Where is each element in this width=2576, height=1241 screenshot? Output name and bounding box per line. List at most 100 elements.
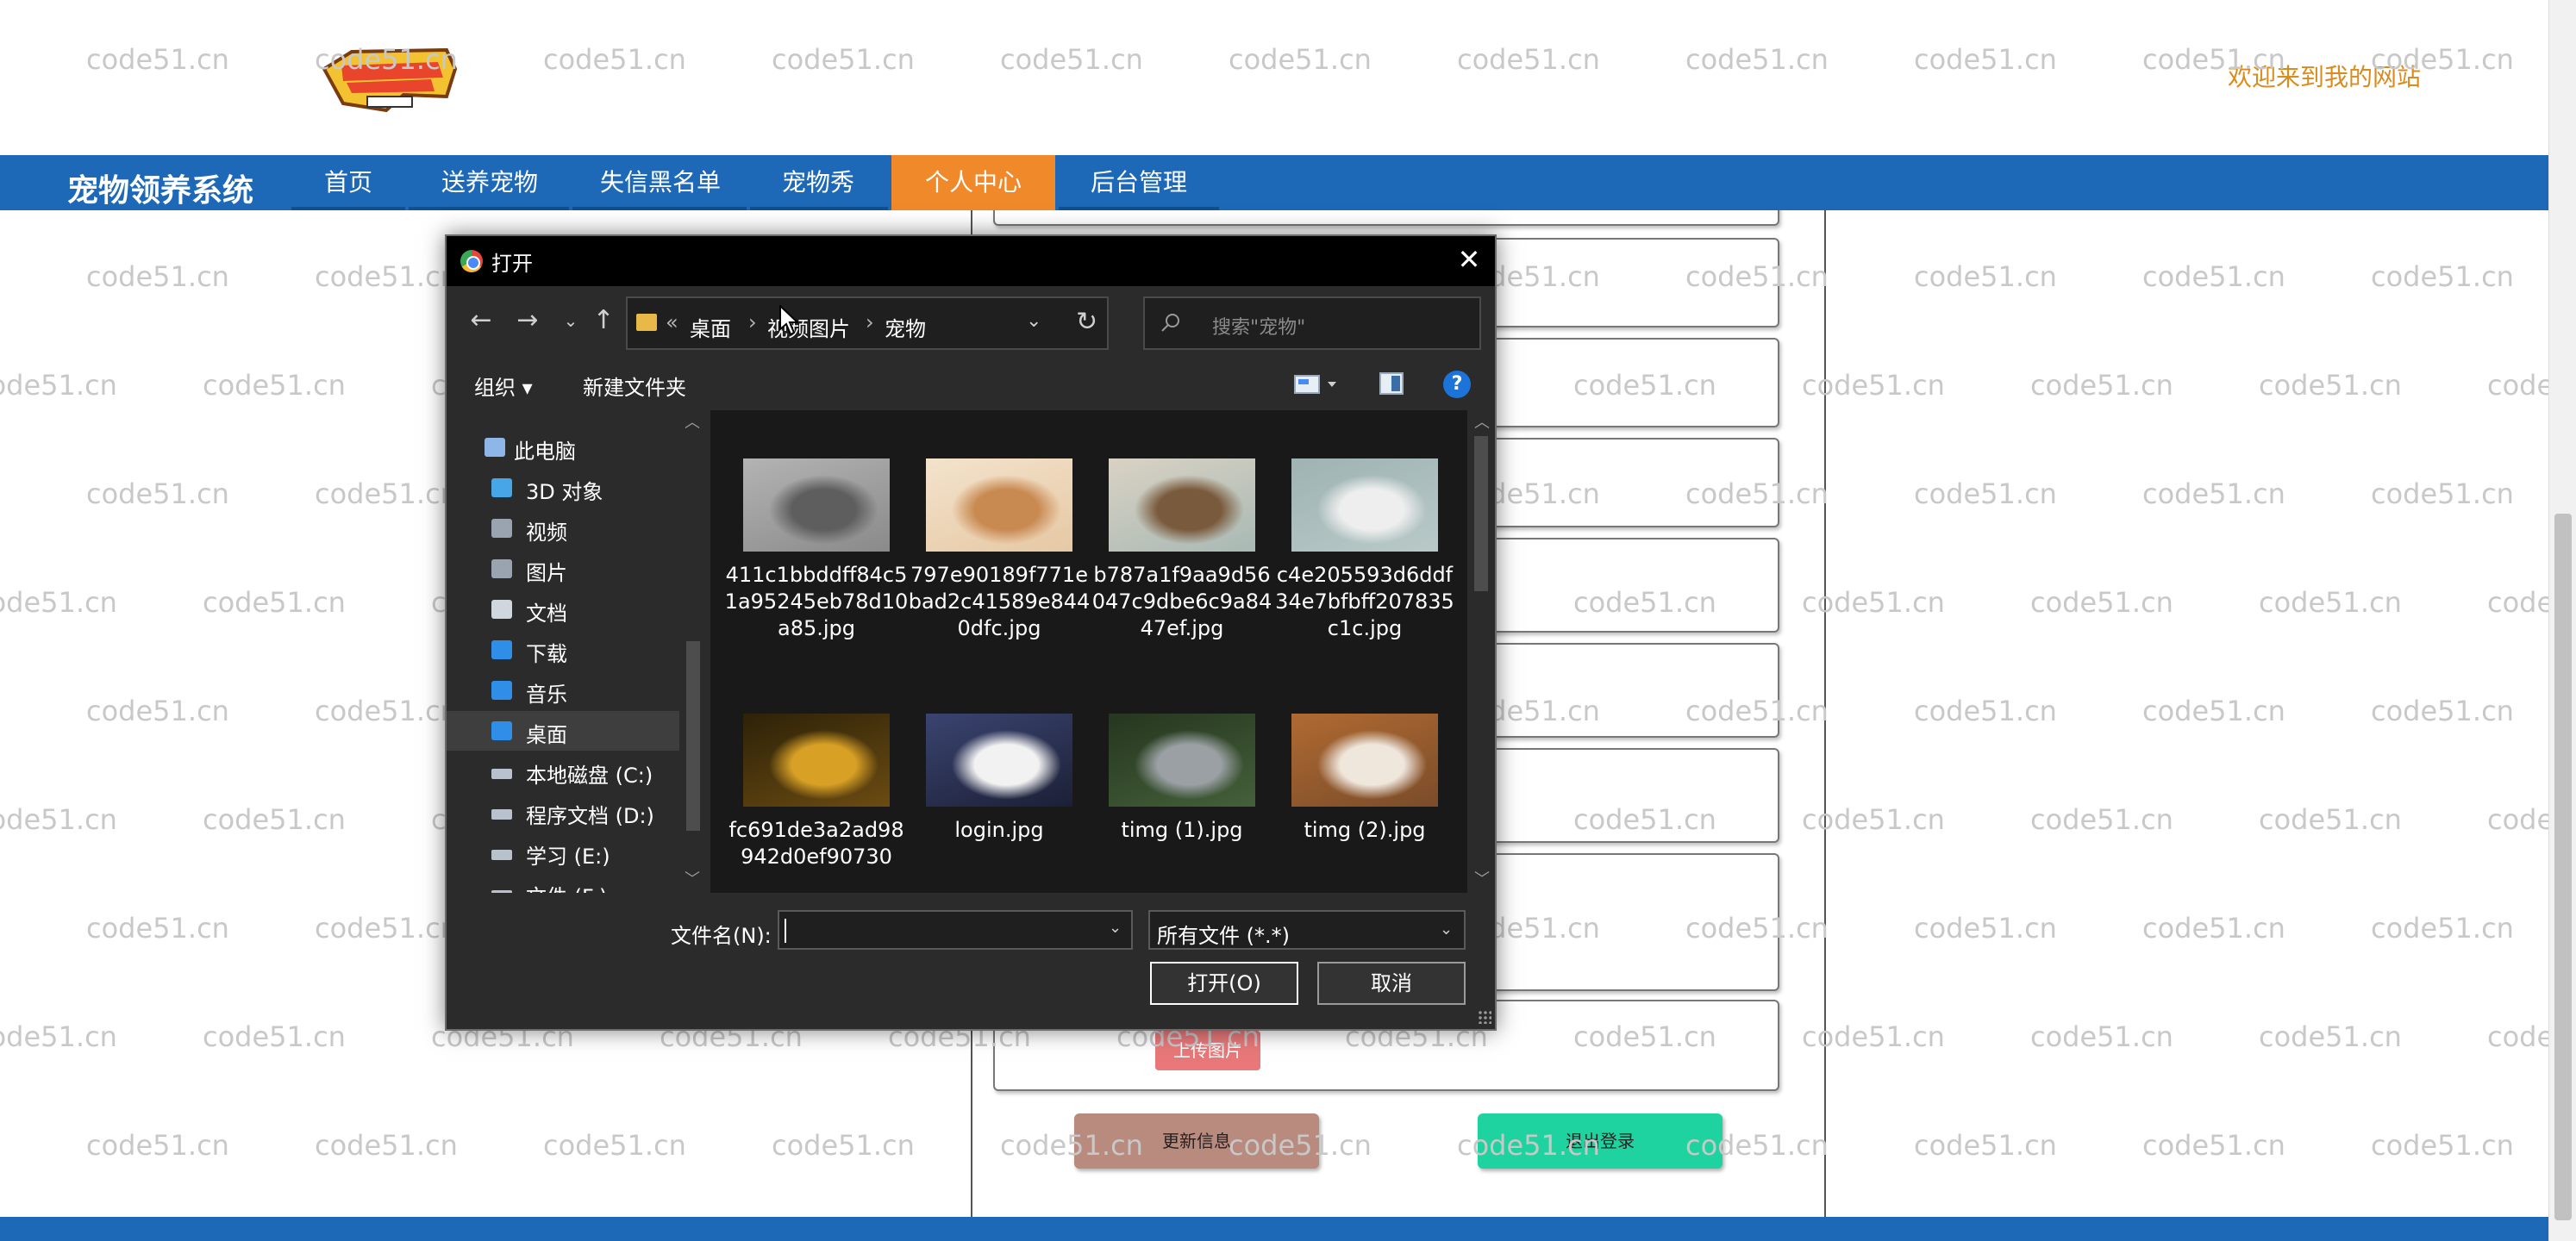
open-button[interactable]: 打开(O): [1150, 962, 1298, 1005]
watermark-text: code51.cn: [203, 803, 346, 836]
scroll-down-icon[interactable]: ﹀: [1474, 867, 1490, 889]
logout-button[interactable]: 退出登录: [1478, 1113, 1723, 1169]
page-scrollbar[interactable]: [2548, 0, 2576, 1241]
documents-icon: [491, 600, 512, 619]
file-item[interactable]: b787a1f9aa9d56047c9dbe6c9a8447ef.jpg: [1090, 458, 1272, 665]
file-pane-scroll-thumb[interactable]: [1474, 436, 1488, 591]
resize-grip-icon[interactable]: [1478, 1010, 1491, 1024]
file-type-select[interactable]: 所有文件 (*.*) ⌄: [1148, 910, 1466, 950]
site-logo[interactable]: [317, 43, 462, 117]
file-item[interactable]: c4e205593d6ddf34e7bfbff207835c1c.jpg: [1272, 458, 1454, 665]
watermark-text: code51.cn: [315, 1129, 458, 1162]
tree-item-label: 本地磁盘 (C:): [526, 764, 653, 788]
scroll-down-icon[interactable]: ﹀: [685, 867, 700, 889]
file-name: 411c1bbddff84c51a95245eb78d10a85.jpg: [724, 563, 909, 640]
breadcrumb-desktop[interactable]: 桌面: [690, 312, 731, 342]
watermark-text: code51.cn: [2142, 260, 2285, 293]
preview-pane-icon[interactable]: [1379, 372, 1404, 395]
scroll-up-icon[interactable]: ︿: [1474, 410, 1490, 433]
watermark-text: code51.cn: [86, 912, 229, 945]
forward-arrow-icon[interactable]: →: [509, 302, 547, 340]
tree-item-pictures[interactable]: 图片: [447, 549, 679, 589]
tree-item-label: 此电脑: [514, 440, 576, 464]
breadcrumb-separator[interactable]: ›: [748, 310, 757, 334]
scroll-up-icon[interactable]: ︿: [685, 410, 700, 433]
watermark-text: code51.cn: [2259, 1020, 2402, 1053]
tree-item-computer[interactable]: 此电脑: [447, 427, 679, 467]
pictures-icon: [491, 559, 512, 578]
watermark-text: code51.cn: [2142, 1129, 2285, 1162]
file-name: fc691de3a2ad98942d0ef90730: [728, 818, 904, 869]
nav-pet-show[interactable]: 宠物秀: [757, 155, 879, 210]
drive-e-icon: [491, 850, 512, 860]
nav-admin[interactable]: 后台管理: [1062, 155, 1216, 210]
file-item[interactable]: login.jpg: [907, 714, 1079, 893]
cancel-button[interactable]: 取消: [1317, 962, 1466, 1005]
dialog-titlebar[interactable]: 打开 ✕: [447, 236, 1495, 286]
breadcrumb-pets[interactable]: 宠物: [885, 312, 926, 342]
drive-d-icon: [491, 809, 512, 820]
up-arrow-icon[interactable]: ↑: [585, 302, 622, 340]
tree-item-label: 3D 对象: [526, 480, 603, 504]
nav-pane-scroll-thumb[interactable]: [686, 641, 700, 831]
watermark-text: code51.cn: [315, 260, 458, 293]
file-item[interactable]: 411c1bbddff84c51a95245eb78d10a85.jpg: [724, 458, 908, 665]
tree-item-drive-c[interactable]: 本地磁盘 (C:): [447, 751, 679, 791]
image-thumbnail: [926, 458, 1072, 552]
address-bar[interactable]: « 桌面 › 视频图片 › 宠物 ⌄ ↻: [626, 296, 1109, 350]
file-type-value: 所有文件 (*.*): [1157, 924, 1290, 948]
tree-item-downloads[interactable]: 下载: [447, 630, 679, 670]
file-item[interactable]: 797e90189f771ebad2c41589e8440dfc.jpg: [907, 458, 1090, 665]
filename-input[interactable]: [778, 910, 1133, 950]
refresh-icon[interactable]: ↻: [1076, 307, 1097, 337]
search-box[interactable]: 搜索"宠物": [1143, 296, 1481, 350]
welcome-text: 欢迎来到我的网站: [2228, 63, 2422, 91]
organize-button[interactable]: 组织 ▾: [474, 371, 533, 401]
nav-rehome-pet[interactable]: 送养宠物: [422, 155, 557, 210]
watermark-text: code51.cn: [2371, 260, 2514, 293]
nav-pane-scrollbar[interactable]: ︿ ﹀: [681, 410, 703, 893]
file-pane-scrollbar[interactable]: ︿ ﹀: [1469, 410, 1493, 893]
desktop-icon: [491, 721, 512, 740]
back-arrow-icon[interactable]: ←: [462, 302, 500, 340]
file-item[interactable]: timg (2).jpg: [1272, 714, 1445, 893]
nav-personal-center[interactable]: 个人中心: [891, 155, 1055, 210]
watermark-text: code51.cn: [86, 477, 229, 510]
tree-item-videos[interactable]: 视频: [447, 508, 679, 548]
tree-item-desktop[interactable]: 桌面: [447, 711, 679, 751]
file-name: timg (2).jpg: [1304, 818, 1426, 842]
file-name: login.jpg: [954, 818, 1044, 842]
help-icon[interactable]: ?: [1443, 371, 1471, 398]
tree-item-drive-f[interactable]: 文件 (F:): [447, 873, 679, 893]
chrome-icon: [460, 250, 483, 272]
tree-item-documents[interactable]: 文档: [447, 589, 679, 629]
watermark-text: code51.cn: [203, 586, 346, 619]
tree-item-3d-objects[interactable]: 3D 对象: [447, 468, 679, 508]
file-item[interactable]: timg (1).jpg: [1090, 714, 1262, 893]
nav-blacklist[interactable]: 失信黑名单: [583, 155, 738, 210]
main-navbar: 宠物领养系统 首页 送养宠物 失信黑名单 宠物秀 个人中心 后台管理: [0, 155, 2548, 210]
watermark-text: code51.cn: [2030, 369, 2173, 402]
breadcrumb-overflow[interactable]: «: [666, 310, 678, 334]
upload-image-button[interactable]: 上传图片: [1155, 1031, 1260, 1070]
watermark-text: code51.cn: [1914, 912, 2057, 945]
filename-history-dropdown-icon[interactable]: ⌄: [1109, 919, 1122, 937]
update-info-button[interactable]: 更新信息: [1074, 1113, 1319, 1169]
file-item[interactable]: fc691de3a2ad98942d0ef90730: [724, 714, 904, 893]
new-folder-button[interactable]: 新建文件夹: [583, 371, 686, 401]
close-icon[interactable]: ✕: [1454, 245, 1485, 276]
watermark-text: code51.cn: [2371, 477, 2514, 510]
watermark-text: code51.cn: [2142, 477, 2285, 510]
tree-item-drive-e[interactable]: 学习 (E:): [447, 833, 679, 872]
drive-c-icon: [491, 769, 512, 779]
tree-item-drive-d[interactable]: 程序文档 (D:): [447, 792, 679, 832]
brand-title: 宠物领养系统: [67, 173, 254, 209]
page-scrollbar-thumb[interactable]: [2554, 514, 2572, 1220]
tree-item-music[interactable]: 音乐: [447, 670, 679, 710]
address-dropdown-icon[interactable]: ⌄: [1026, 310, 1041, 332]
view-options-icon[interactable]: [1293, 371, 1341, 398]
breadcrumb-separator[interactable]: ›: [866, 310, 874, 334]
dialog-toolbar: 组织 ▾ 新建文件夹 ?: [447, 359, 1495, 410]
watermark-text: code51.cn: [86, 1129, 229, 1162]
nav-home[interactable]: 首页: [300, 155, 397, 210]
